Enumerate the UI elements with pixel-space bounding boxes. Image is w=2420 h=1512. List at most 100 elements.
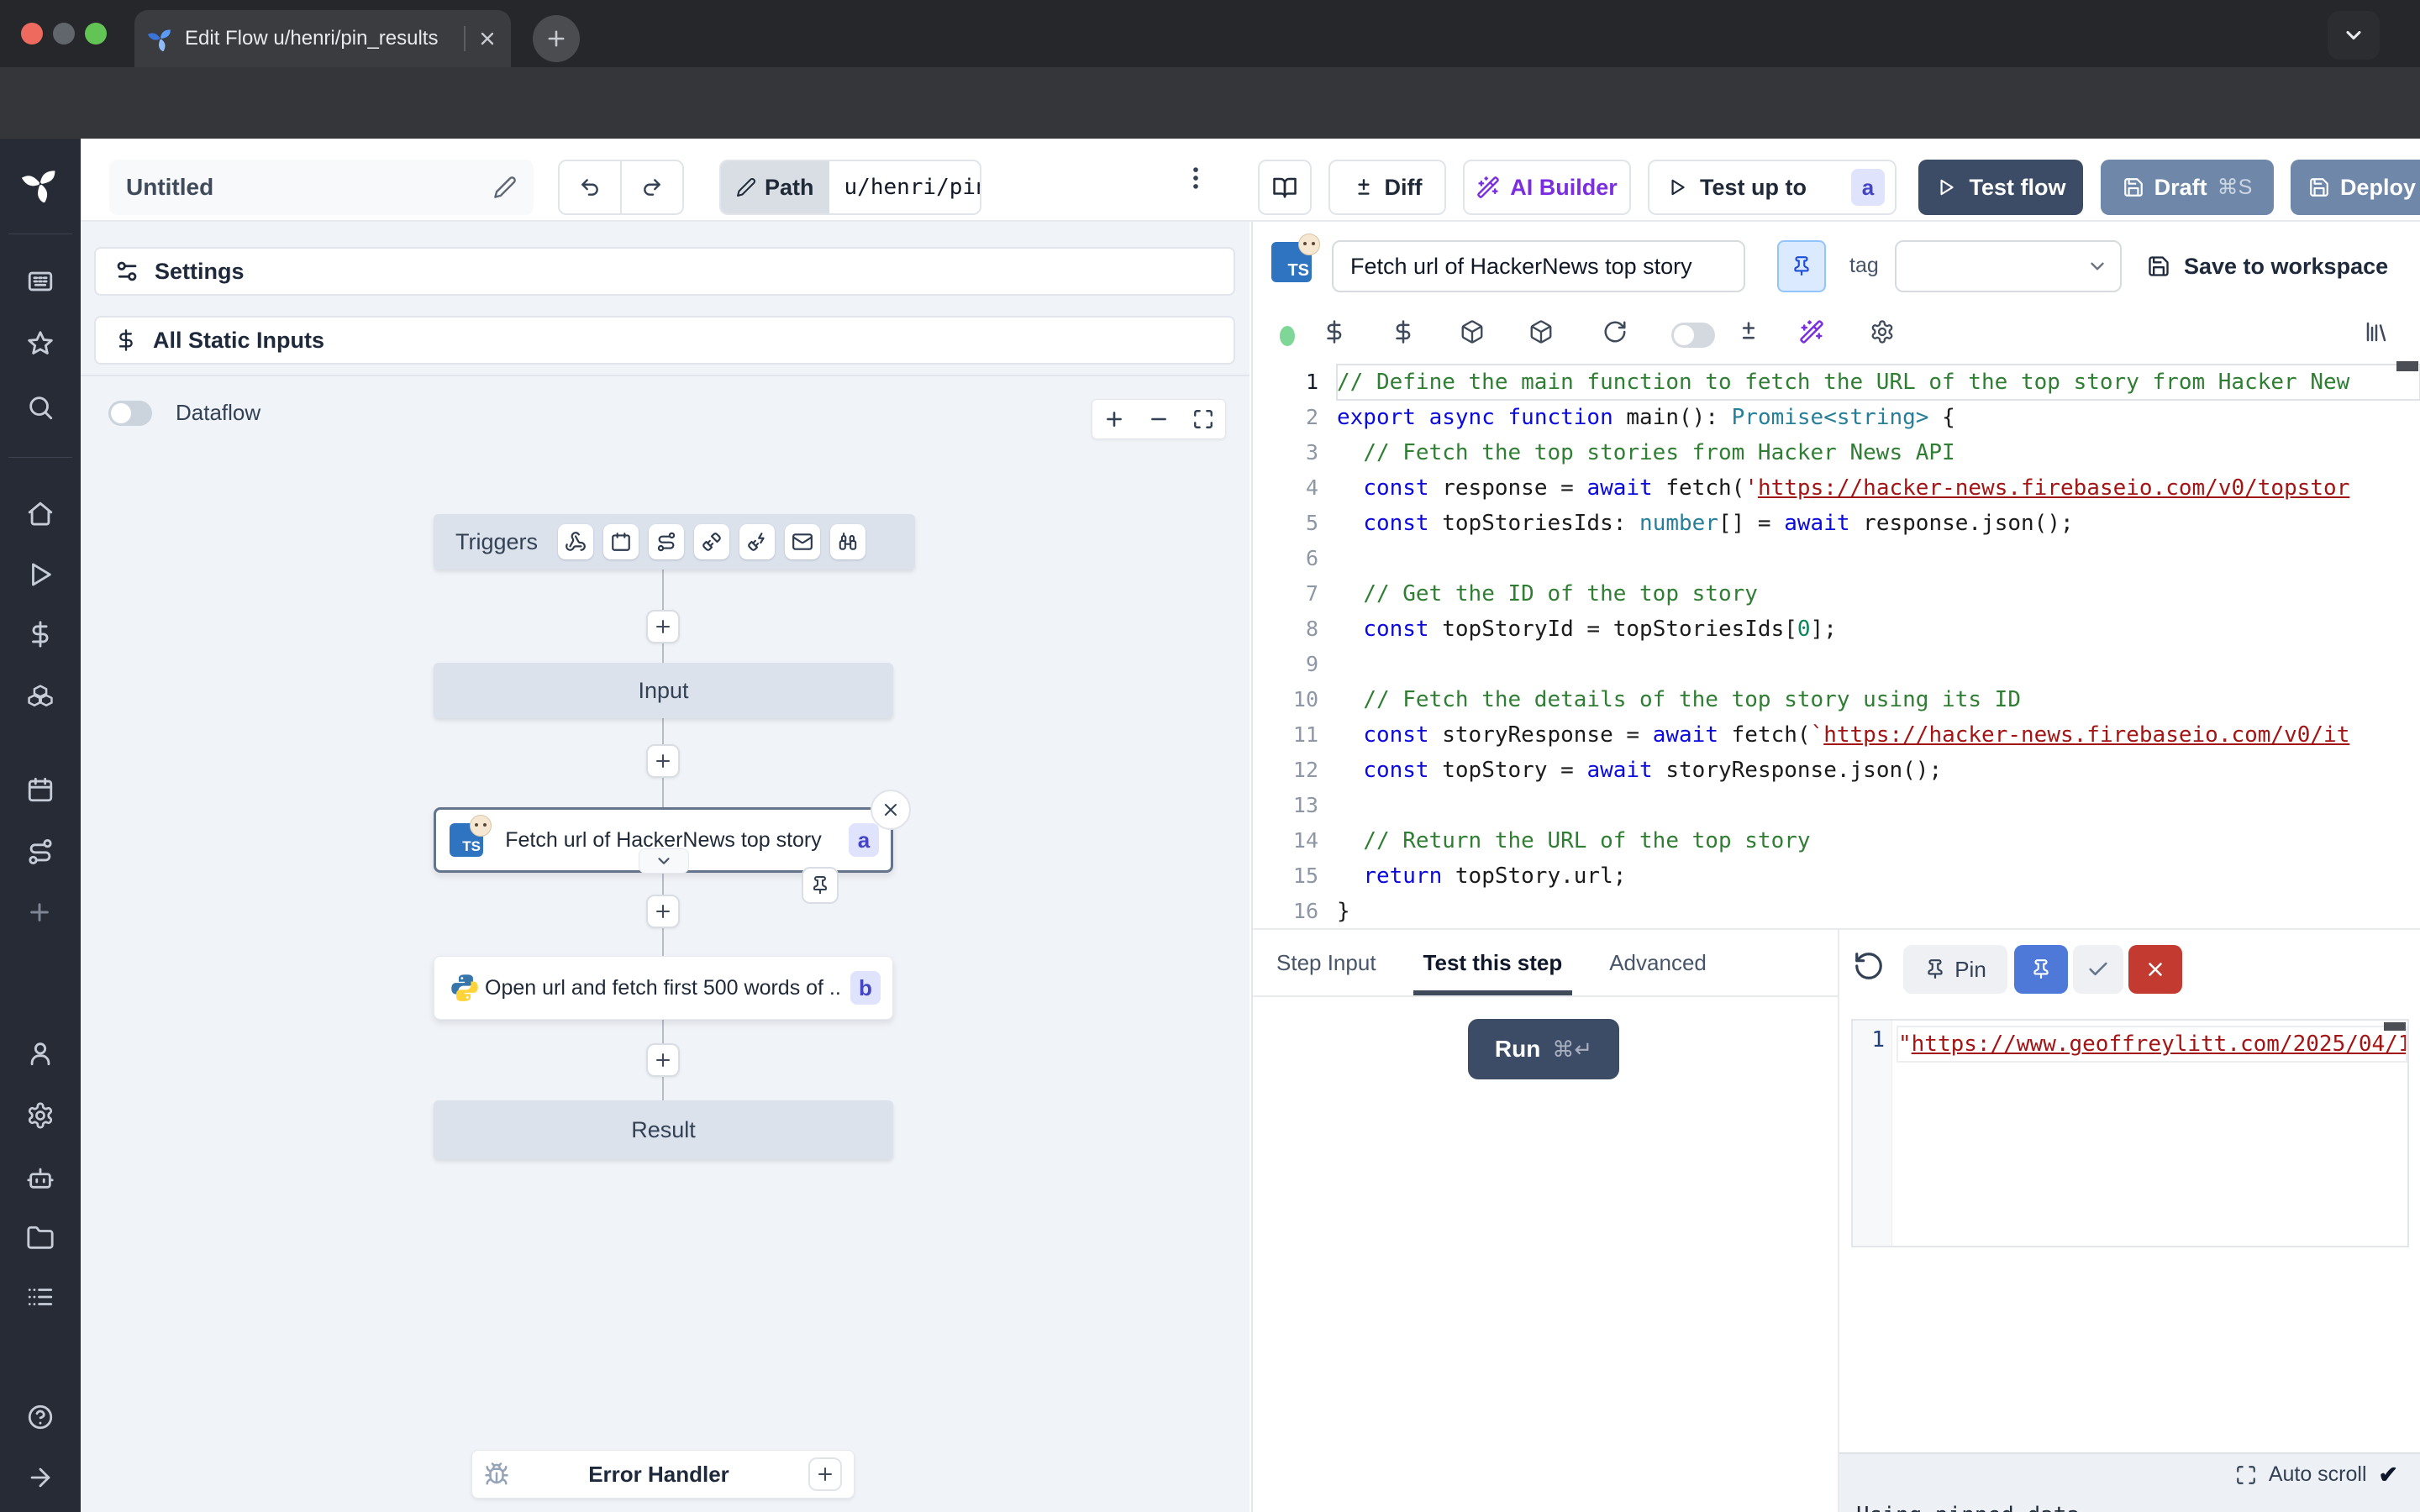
sidebar-item-logs[interactable] — [26, 1283, 55, 1311]
run-button[interactable]: Run ⌘↵ — [1468, 1019, 1619, 1079]
resource-picker-icon[interactable] — [1391, 319, 1416, 344]
save-to-workspace-label: Save to workspace — [2184, 254, 2388, 280]
test-up-to-button[interactable]: Test up to a — [1648, 160, 1897, 215]
step-name-input[interactable] — [1332, 240, 1745, 292]
variable-picker-icon[interactable] — [1322, 319, 1347, 344]
code-content[interactable]: // Define the main function to fetch the… — [1337, 365, 2420, 928]
delete-step-icon[interactable] — [871, 790, 911, 830]
triggers-node[interactable]: Triggers — [434, 514, 915, 570]
sidebar-item-variables[interactable] — [26, 620, 55, 648]
route-trigger-icon[interactable] — [649, 524, 684, 559]
error-handler-node[interactable]: Error Handler — [471, 1450, 855, 1499]
sidebar-item-home[interactable] — [26, 500, 55, 528]
browser-tab[interactable]: Edit Flow u/henri/pin_results — [134, 10, 511, 67]
pinned-data-editor[interactable]: 1 "https://www.geoffreylitt.com/2025/04/… — [1851, 1019, 2409, 1247]
pin-button[interactable]: Pin — [1903, 945, 2007, 994]
add-step-button[interactable] — [646, 744, 680, 778]
path-value[interactable]: u/henri/pin — [829, 175, 981, 200]
poll-trigger-icon[interactable] — [830, 524, 865, 559]
add-step-button[interactable] — [646, 1043, 680, 1077]
tab-search-button[interactable] — [2328, 11, 2380, 60]
flow-settings-row[interactable]: Settings — [94, 247, 1235, 296]
test-flow-button[interactable]: Test flow — [1918, 160, 2083, 215]
sidebar-item-add[interactable] — [26, 899, 53, 926]
pin-toggle-button[interactable] — [1777, 240, 1826, 292]
sidebar-item-users[interactable] — [26, 1039, 55, 1068]
sidebar-item-runs[interactable] — [26, 560, 55, 589]
pinned-data-value[interactable]: "https://www.geoffreylitt.com/2025/04/12… — [1898, 1027, 2406, 1061]
dataflow-toggle[interactable] — [108, 401, 152, 426]
sidebar-item-folders[interactable] — [26, 1224, 55, 1252]
library-icon[interactable] — [2364, 319, 2389, 344]
editor-scrollbar[interactable] — [2396, 361, 2418, 371]
edit-name-pencil-icon[interactable] — [493, 176, 517, 199]
ai-assistant-icon[interactable] — [1799, 319, 1824, 344]
path-label: Path — [765, 175, 814, 201]
plug-zap-trigger-icon[interactable] — [739, 524, 775, 559]
reload-script-icon[interactable] — [1602, 319, 1628, 344]
sidebar-item-help[interactable] — [26, 1403, 55, 1431]
webhook-trigger-icon[interactable] — [558, 524, 593, 559]
tab-test-this-step[interactable]: Test this step — [1423, 930, 1563, 995]
diff-mode-icon[interactable] — [1737, 319, 1760, 343]
new-tab-button[interactable] — [533, 15, 580, 62]
expand-icon[interactable] — [2235, 1464, 2257, 1486]
fit-view-icon[interactable] — [1192, 408, 1214, 430]
tab-step-input[interactable]: Step Input — [1276, 930, 1376, 995]
sidebar-item-apps[interactable] — [26, 267, 55, 296]
undo-button[interactable] — [560, 161, 622, 213]
tag-select[interactable] — [1895, 240, 2122, 292]
add-error-handler-icon[interactable] — [808, 1457, 842, 1491]
sidebar-item-schedules[interactable] — [26, 775, 55, 804]
editor-scrollbar[interactable] — [2384, 1022, 2406, 1031]
editor-toggle[interactable] — [1671, 323, 1715, 348]
diff-button[interactable]: Diff — [1328, 160, 1446, 215]
pin-active-button[interactable] — [2014, 945, 2068, 994]
sidebar-item-favorites[interactable] — [26, 329, 55, 358]
zoom-in-icon[interactable] — [1103, 408, 1125, 430]
result-node[interactable]: Result — [434, 1100, 893, 1159]
window-zoom-button[interactable] — [85, 23, 107, 45]
schedule-trigger-icon[interactable] — [603, 524, 639, 559]
draft-button[interactable]: Draft ⌘S — [2101, 160, 2274, 215]
add-step-button[interactable] — [646, 610, 680, 643]
plug-trigger-icon[interactable] — [694, 524, 729, 559]
save-to-workspace-button[interactable]: Save to workspace — [2147, 242, 2388, 291]
pinned-data-icon[interactable] — [802, 867, 839, 904]
sidebar-item-resources[interactable] — [26, 681, 55, 710]
package-icon[interactable] — [1528, 319, 1554, 344]
windmill-logo-icon[interactable] — [22, 165, 59, 202]
sidebar-expand-icon[interactable] — [26, 1463, 55, 1492]
input-node[interactable]: Input — [434, 663, 893, 718]
flow-name-field[interactable]: Untitled — [109, 160, 534, 215]
code-editor[interactable]: 12345678910111213141516 // Define the ma… — [1253, 361, 2420, 928]
history-icon[interactable] — [1853, 950, 1885, 982]
check-icon — [2086, 958, 2110, 981]
step-node-b[interactable]: Open url and fetch first 500 words of ..… — [434, 956, 893, 1020]
mail-trigger-icon[interactable] — [785, 524, 820, 559]
collapse-step-icon[interactable] — [639, 848, 689, 874]
step-node-a[interactable]: TS Fetch url of HackerNews top story a — [434, 807, 893, 873]
close-pinned-button[interactable] — [2128, 945, 2182, 994]
editor-settings-icon[interactable] — [1870, 319, 1895, 344]
toolbar-more-icon[interactable] — [1181, 164, 1210, 192]
sidebar-item-workers[interactable] — [26, 1163, 55, 1192]
add-step-button[interactable] — [646, 895, 680, 928]
redo-button[interactable] — [622, 161, 682, 213]
docs-button[interactable] — [1258, 160, 1312, 215]
window-close-button[interactable] — [21, 23, 43, 45]
package-icon[interactable] — [1460, 319, 1485, 344]
zoom-out-icon[interactable] — [1148, 408, 1170, 430]
tab-advanced[interactable]: Advanced — [1609, 930, 1707, 995]
window-minimize-button[interactable] — [53, 23, 75, 45]
tab-close-icon[interactable] — [477, 29, 497, 49]
sidebar-item-routes[interactable] — [26, 837, 55, 866]
auto-scroll-check-icon[interactable]: ✔ — [2379, 1461, 2398, 1488]
path-button[interactable]: Path — [721, 161, 829, 213]
sidebar-item-settings[interactable] — [26, 1101, 55, 1130]
ai-builder-button[interactable]: AI Builder — [1463, 160, 1631, 215]
accept-button[interactable] — [2073, 945, 2123, 994]
sidebar-item-search[interactable] — [26, 393, 55, 422]
deploy-button[interactable]: Deploy — [2291, 160, 2420, 215]
all-static-inputs-row[interactable]: All Static Inputs — [94, 316, 1235, 365]
